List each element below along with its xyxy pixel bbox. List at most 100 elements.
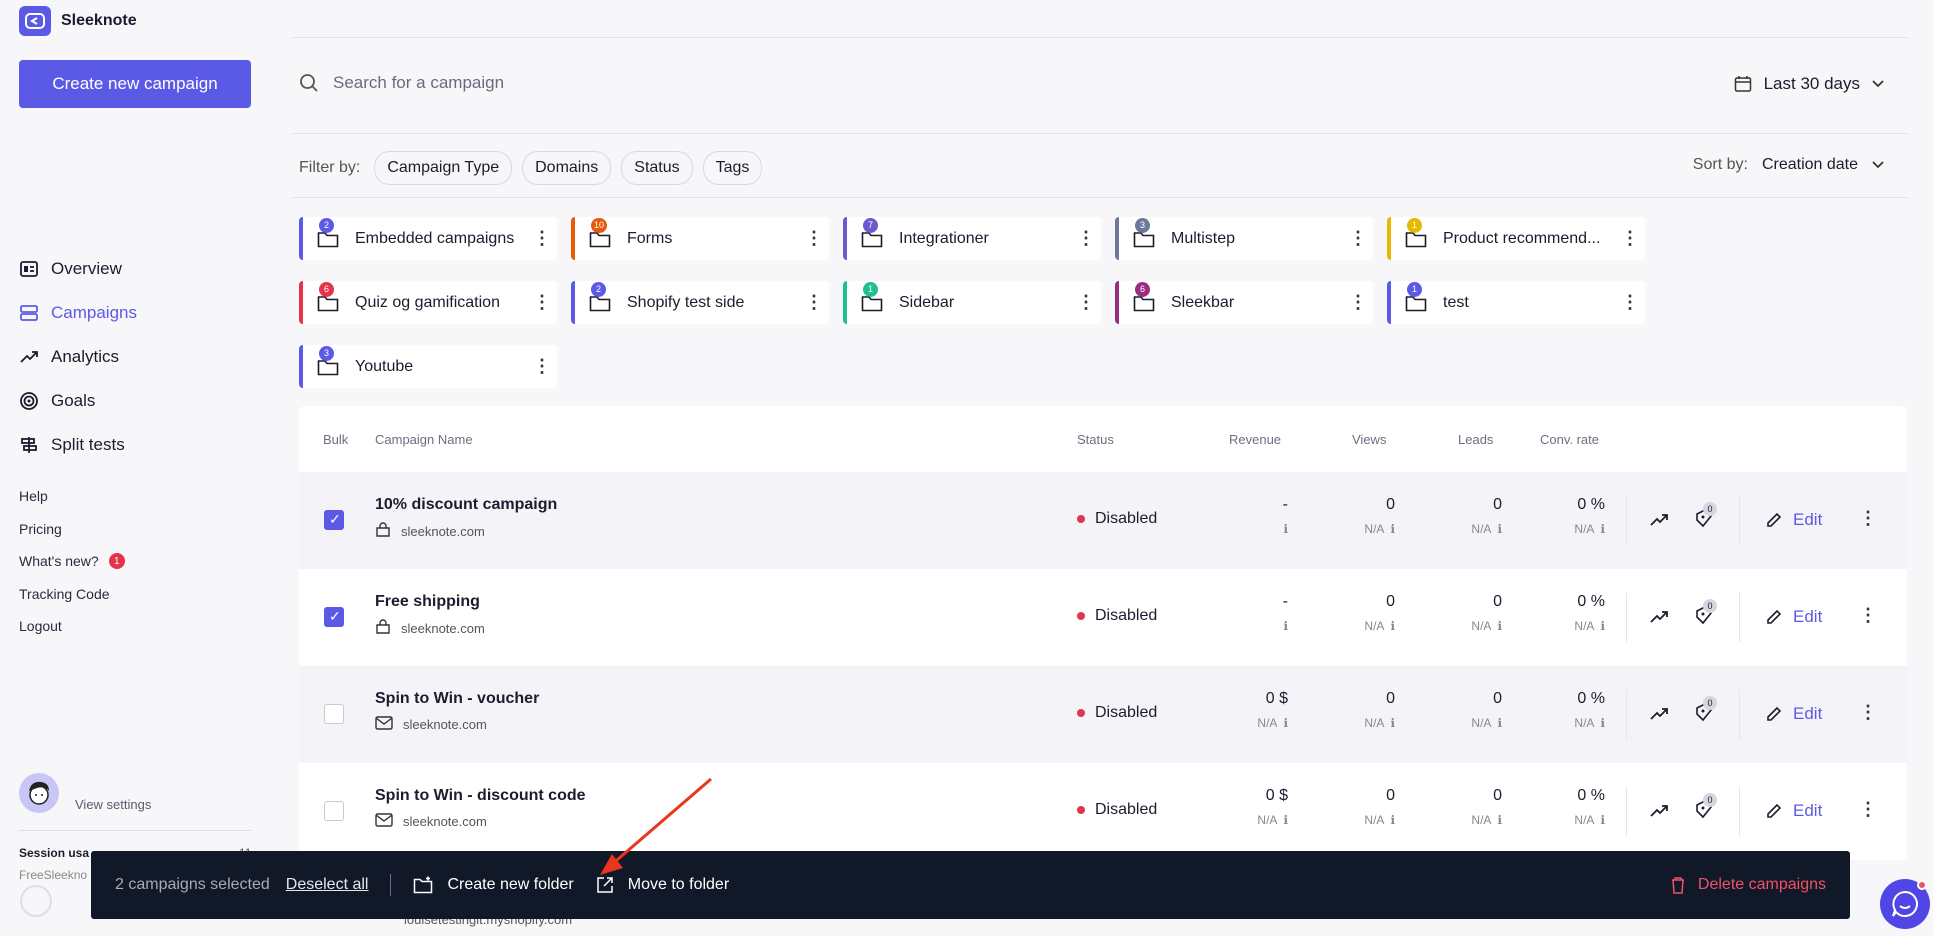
edit-label: Edit <box>1793 510 1823 529</box>
folder-more-icon[interactable]: ⋮ <box>527 292 557 313</box>
folder-card[interactable]: 3 Youtube ⋮ <box>299 345 557 388</box>
row-checkbox[interactable] <box>324 801 344 821</box>
folder-more-icon[interactable]: ⋮ <box>527 228 557 249</box>
folder-more-icon[interactable]: ⋮ <box>1343 228 1373 249</box>
header-views[interactable]: Views <box>1352 432 1386 447</box>
campaign-name[interactable]: Spin to Win - discount code <box>375 787 586 805</box>
goal-tag-icon[interactable]: 0 <box>1693 599 1717 632</box>
goal-count-badge: 0 <box>1703 793 1717 807</box>
filter-chip-status[interactable]: Status <box>621 151 693 185</box>
search-bar[interactable]: Search for a campaign <box>299 73 504 93</box>
header-campaign-name[interactable]: Campaign Name <box>375 432 473 447</box>
leads-cell: 0 N/A ℹ <box>1442 787 1502 827</box>
views-cell: 0 N/A ℹ <box>1335 787 1395 827</box>
create-campaign-button[interactable]: Create new campaign <box>19 60 251 108</box>
deselect-all-link[interactable]: Deselect all <box>286 876 369 894</box>
campaign-name[interactable]: Free shipping <box>375 593 485 611</box>
status-text: Disabled <box>1095 704 1158 721</box>
table-row[interactable]: Spin to Win - voucher sleeknote.com Disa… <box>299 666 1907 763</box>
pricing-link[interactable]: Pricing <box>19 513 125 546</box>
folder-more-icon[interactable]: ⋮ <box>527 356 557 377</box>
table-row[interactable]: Spin to Win - discount code sleeknote.co… <box>299 763 1907 860</box>
search-input[interactable]: Search for a campaign <box>333 73 504 93</box>
avatar[interactable] <box>19 773 59 813</box>
folder-more-icon[interactable]: ⋮ <box>799 292 829 313</box>
campaign-name[interactable]: Spin to Win - voucher <box>375 690 539 708</box>
analytics-trend-icon[interactable] <box>1649 801 1669 826</box>
view-settings-link[interactable]: View settings <box>75 797 151 812</box>
campaign-domain: sleeknote.com <box>375 619 485 638</box>
edit-button[interactable]: Edit <box>1765 510 1822 530</box>
row-more-icon[interactable]: ⋮ <box>1853 799 1883 820</box>
row-checkbox[interactable] <box>324 704 344 724</box>
folder-more-icon[interactable]: ⋮ <box>1615 228 1645 249</box>
views-value: 0 <box>1386 593 1395 610</box>
folder-more-icon[interactable]: ⋮ <box>1343 292 1373 313</box>
filter-chip-campaign-type[interactable]: Campaign Type <box>374 151 513 185</box>
row-checkbox[interactable] <box>324 607 344 627</box>
folder-card[interactable]: 2 Embedded campaigns ⋮ <box>299 217 557 260</box>
goal-tag-icon[interactable]: 0 <box>1693 502 1717 535</box>
sidebar-item-overview[interactable]: Overview <box>19 247 137 291</box>
table-row[interactable]: 10% discount campaign sleeknote.com Disa… <box>299 472 1907 569</box>
sidebar-item-split-tests[interactable]: Split tests <box>19 423 137 467</box>
session-usage-ring <box>20 885 52 917</box>
folder-count-badge: 1 <box>863 281 878 297</box>
create-new-folder-button[interactable]: Create new folder <box>413 876 574 894</box>
filter-chip-domains[interactable]: Domains <box>522 151 612 185</box>
sidebar-item-analytics[interactable]: Analytics <box>19 335 137 379</box>
folder-card[interactable]: 10 Forms ⋮ <box>571 217 829 260</box>
analytics-trend-icon[interactable] <box>1649 704 1669 729</box>
folder-card[interactable]: 1 test ⋮ <box>1387 281 1645 324</box>
domain-text: sleeknote.com <box>403 717 487 732</box>
sort-control[interactable]: Sort by: Creation date <box>1693 156 1884 174</box>
header-conv-rate[interactable]: Conv. rate <box>1540 432 1599 447</box>
delete-label: Delete campaigns <box>1697 876 1826 893</box>
edit-button[interactable]: Edit <box>1765 607 1822 627</box>
folder-icon: 10 <box>589 217 611 248</box>
goal-count-badge: 0 <box>1703 599 1717 613</box>
folder-card[interactable]: 1 Sidebar ⋮ <box>843 281 1101 324</box>
calendar-icon <box>1734 76 1751 92</box>
delete-campaigns-button[interactable]: Delete campaigns <box>1670 876 1826 894</box>
folder-more-icon[interactable]: ⋮ <box>1071 292 1101 313</box>
help-link[interactable]: Help <box>19 480 125 513</box>
date-range-picker[interactable]: Last 30 days <box>1734 74 1884 94</box>
logo[interactable]: Sleeknote <box>19 6 137 36</box>
edit-button[interactable]: Edit <box>1765 801 1822 821</box>
folder-card[interactable]: 6 Quiz og gamification ⋮ <box>299 281 557 324</box>
sidebar-item-campaigns[interactable]: Campaigns <box>19 291 137 335</box>
row-checkbox[interactable] <box>324 510 344 530</box>
goal-tag-icon[interactable]: 0 <box>1693 696 1717 729</box>
logout-link[interactable]: Logout <box>19 610 125 643</box>
sidebar-item-label: Goals <box>51 391 96 410</box>
table-row[interactable]: Free shipping sleeknote.com Disabled - ℹ… <box>299 569 1907 666</box>
goal-tag-icon[interactable]: 0 <box>1693 793 1717 826</box>
folder-more-icon[interactable]: ⋮ <box>799 228 829 249</box>
folder-card[interactable]: 2 Shopify test side ⋮ <box>571 281 829 324</box>
edit-button[interactable]: Edit <box>1765 704 1822 724</box>
folder-card[interactable]: 7 Integrationer ⋮ <box>843 217 1101 260</box>
folder-card[interactable]: 1 Product recommend... ⋮ <box>1387 217 1645 260</box>
leads-value: 0 <box>1493 787 1502 804</box>
row-more-icon[interactable]: ⋮ <box>1853 508 1883 529</box>
row-more-icon[interactable]: ⋮ <box>1853 605 1883 626</box>
move-to-folder-button[interactable]: Move to folder <box>596 876 729 894</box>
analytics-trend-icon[interactable] <box>1649 510 1669 535</box>
whats-new-link[interactable]: What's new? 1 <box>19 545 125 578</box>
header-revenue[interactable]: Revenue <box>1229 432 1281 447</box>
folder-more-icon[interactable]: ⋮ <box>1071 228 1101 249</box>
conv-rate-sub: N/A ℹ <box>1574 716 1605 730</box>
campaign-name[interactable]: 10% discount campaign <box>375 496 557 514</box>
tracking-code-link[interactable]: Tracking Code <box>19 578 125 611</box>
analytics-trend-icon[interactable] <box>1649 607 1669 632</box>
filter-chip-tags[interactable]: Tags <box>702 151 763 185</box>
folder-card[interactable]: 3 Multistep ⋮ <box>1115 217 1373 260</box>
folder-more-icon[interactable]: ⋮ <box>1615 292 1645 313</box>
sidebar-item-goals[interactable]: Goals <box>19 379 137 423</box>
folder-card[interactable]: 6 Sleekbar ⋮ <box>1115 281 1373 324</box>
header-leads[interactable]: Leads <box>1458 432 1493 447</box>
folder-icon: 7 <box>861 217 883 248</box>
row-more-icon[interactable]: ⋮ <box>1853 702 1883 723</box>
header-status[interactable]: Status <box>1077 432 1114 447</box>
